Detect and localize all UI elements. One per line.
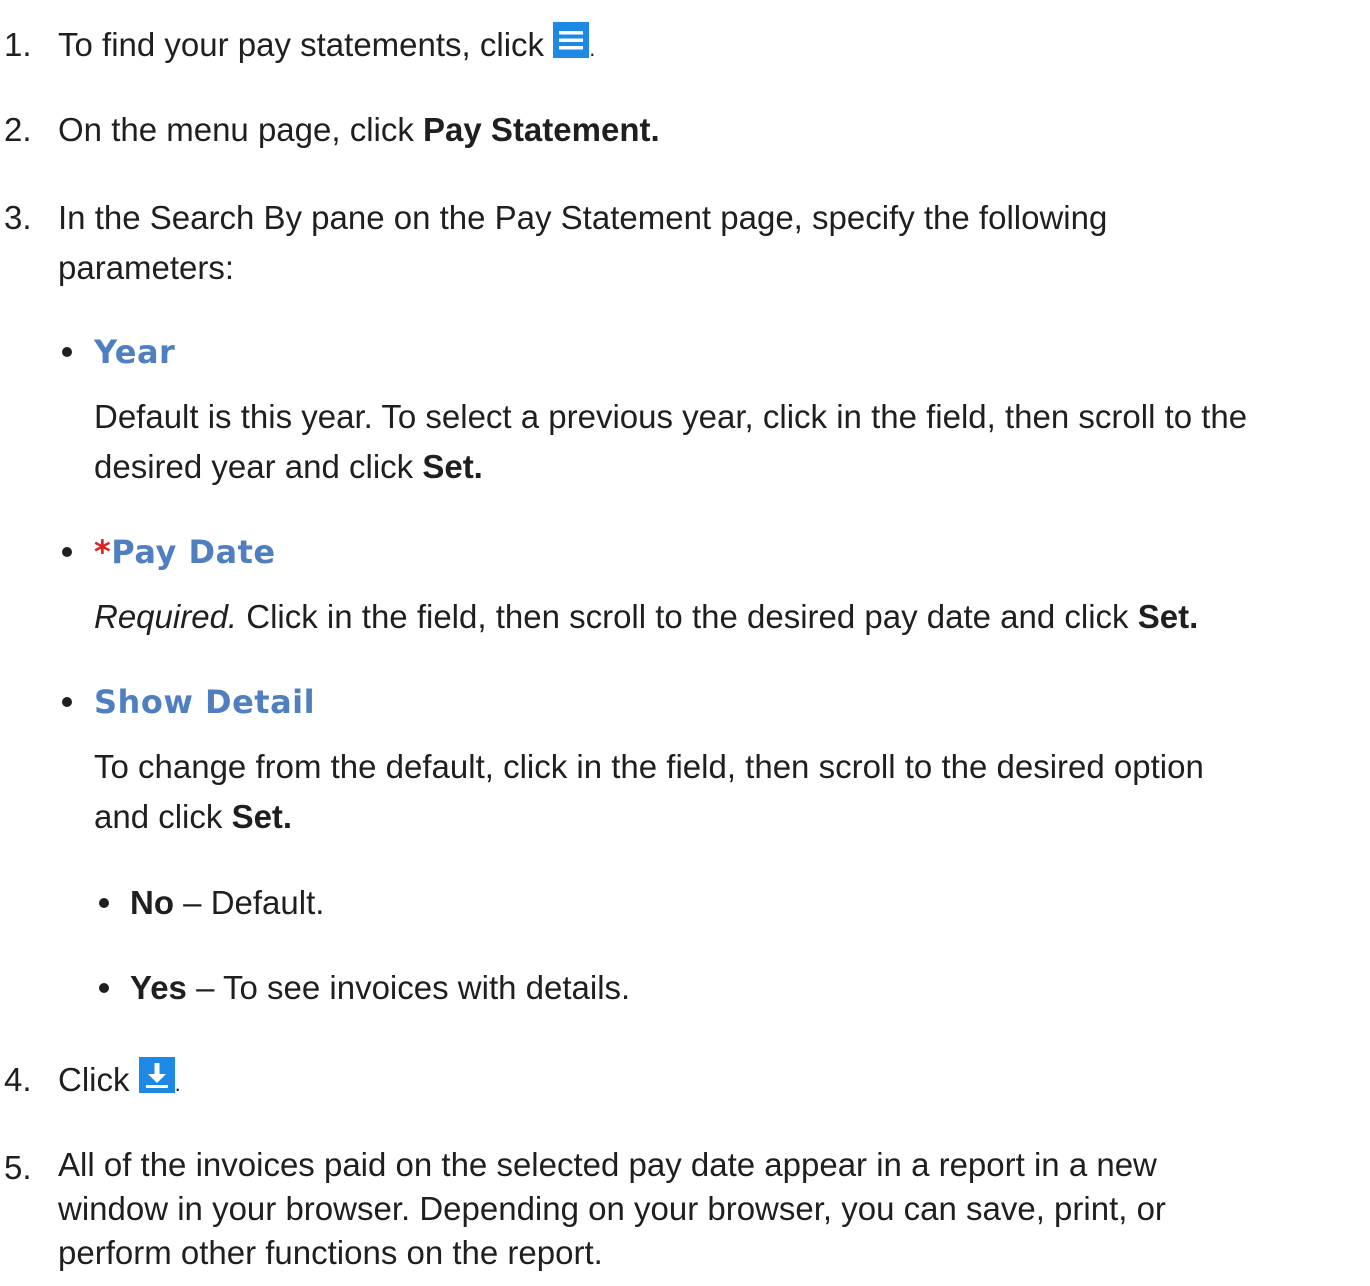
step-text: All of the invoices paid on the selected…	[58, 1146, 1166, 1271]
param-desc-show-detail: To change from the default, click in the…	[94, 748, 1204, 835]
menu-icon	[553, 22, 590, 58]
step-5: 5. All of the invoices paid on the selec…	[0, 1143, 1360, 1275]
download-icon	[138, 1057, 175, 1093]
step-number: 1.	[4, 26, 32, 63]
step-1: 1. To find your pay statements, click .	[0, 20, 1360, 74]
param-title-year: Year	[94, 333, 176, 371]
step-text: Click .	[58, 1057, 181, 1098]
step-number: 2.	[4, 111, 32, 148]
step-3: 3. In the Search By pane on the Pay Stat…	[0, 193, 1360, 293]
param-title-pay-date: *Pay Date	[94, 533, 276, 571]
step-text: In the Search By pane on the Pay Stateme…	[58, 199, 1108, 286]
bullet	[62, 697, 72, 707]
step-2: 2. On the menu page, click Pay Statement…	[0, 105, 1360, 155]
param-desc-year: Default is this year. To select a previo…	[94, 398, 1248, 485]
step-text: On the menu page, click Pay Statement.	[58, 111, 660, 148]
param-desc-pay-date: Required. Click in the field, then scrol…	[94, 598, 1199, 635]
bullet	[99, 983, 109, 993]
option-yes: Yes – To see invoices with details.	[130, 969, 631, 1006]
bullet	[62, 547, 72, 557]
param-title-show-detail: Show Detail	[94, 683, 316, 721]
step-number: 3.	[4, 199, 32, 236]
step-number: 5.	[4, 1149, 32, 1186]
step-text: To find your pay statements, click .	[58, 22, 595, 63]
bullet	[99, 898, 109, 908]
step-number: 4.	[4, 1061, 32, 1098]
step-4: 4. Click .	[0, 1055, 1360, 1109]
bullet	[62, 347, 72, 357]
required-mark: *	[94, 533, 112, 571]
option-no: No – Default.	[130, 884, 325, 921]
